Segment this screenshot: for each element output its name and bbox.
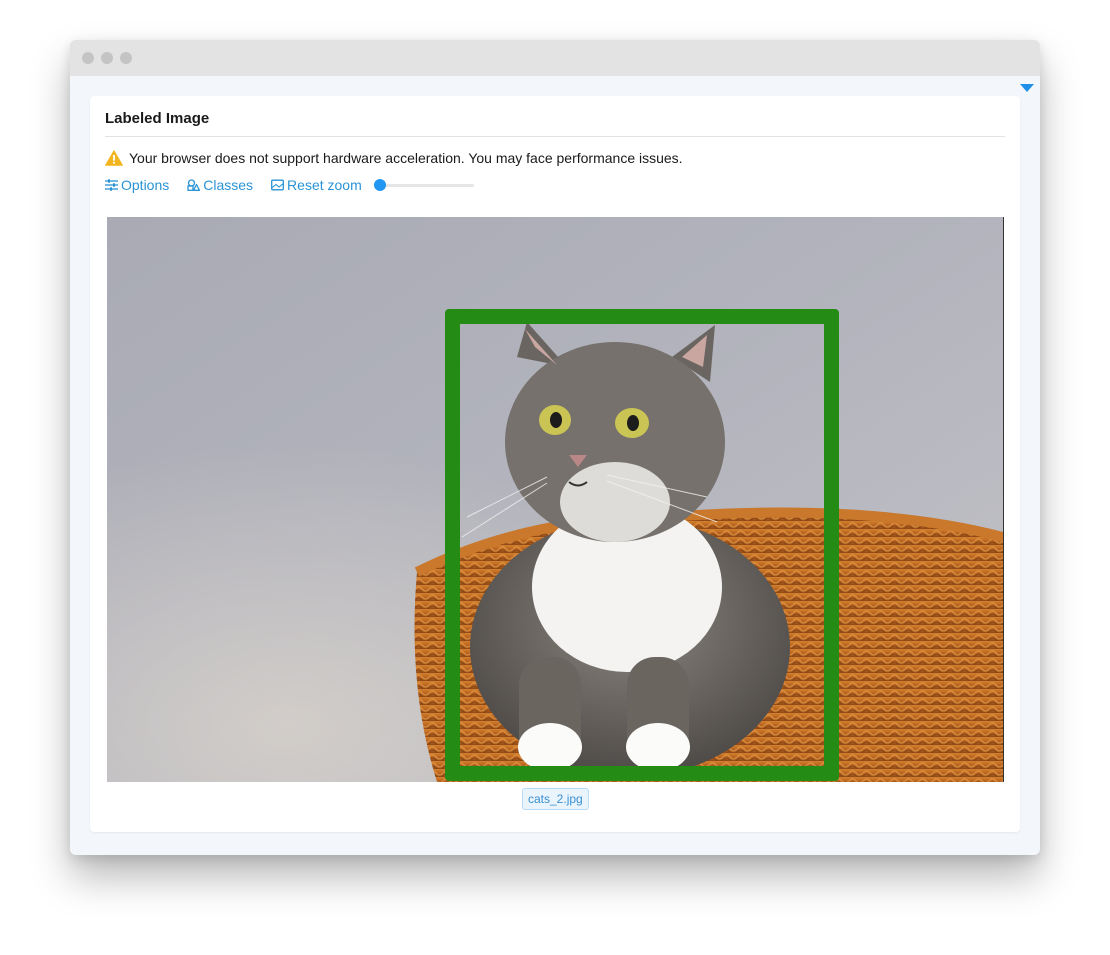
reset-zoom-button[interactable]: Reset zoom: [271, 177, 362, 193]
options-label: Options: [121, 177, 170, 193]
window-minimize-dot[interactable]: [101, 52, 113, 64]
image-filename-tag: cats_2.jpg: [522, 788, 589, 810]
classes-button[interactable]: Classes: [187, 177, 253, 193]
warning-triangle-icon: [105, 150, 123, 166]
window-close-dot[interactable]: [82, 52, 94, 64]
image-frame-icon: [271, 179, 284, 191]
labeled-image-card: Labeled Image Your browser does not supp…: [90, 96, 1020, 832]
bounding-box-annotation[interactable]: [445, 309, 839, 781]
reset-zoom-label: Reset zoom: [287, 177, 362, 193]
sliders-icon: [105, 179, 118, 191]
shapes-icon: [187, 179, 201, 191]
window-maximize-dot[interactable]: [120, 52, 132, 64]
card-title: Labeled Image: [105, 110, 210, 127]
zoom-slider-thumb[interactable]: [373, 179, 386, 191]
window-titlebar: [70, 40, 1040, 76]
classes-label: Classes: [203, 177, 254, 193]
hardware-warning: Your browser does not support hardware a…: [105, 150, 683, 166]
browser-window: Labeled Image Your browser does not supp…: [70, 40, 1040, 855]
warning-text: Your browser does not support hardware a…: [129, 150, 683, 166]
card-divider: [105, 136, 1005, 137]
options-button[interactable]: Options: [105, 177, 169, 193]
zoom-slider-track: [377, 184, 474, 187]
collapse-caret-icon[interactable]: [1020, 84, 1034, 92]
image-toolbar: Options Classes Reset zoom: [105, 177, 474, 193]
annotated-image[interactable]: [107, 217, 1004, 782]
zoom-slider[interactable]: [373, 179, 474, 191]
